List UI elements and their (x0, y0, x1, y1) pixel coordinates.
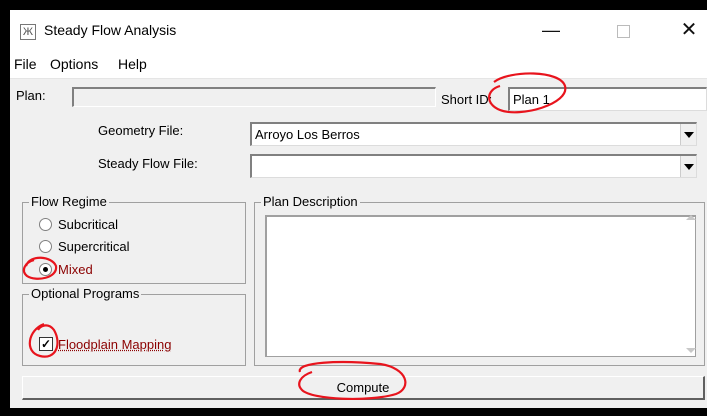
compute-button[interactable]: Compute (22, 376, 705, 400)
menu-bar: File Options Help (10, 50, 707, 79)
steady-flow-window: Ж Steady Flow Analysis — ✕ File Options … (10, 10, 707, 408)
optional-programs-group: Optional Programs ✓ Floodplain Mapping (22, 286, 246, 366)
plan-description-group: Plan Description (254, 194, 705, 366)
radio-supercritical[interactable]: Supercritical (39, 237, 130, 255)
minimize-button[interactable]: — (528, 10, 574, 50)
radio-icon (39, 217, 52, 231)
chevron-down-icon[interactable] (680, 124, 696, 145)
floodplain-mapping-checkbox[interactable]: ✓ Floodplain Mapping (39, 335, 171, 353)
flow-regime-group: Flow Regime Subcritical Supercritical Mi… (22, 194, 246, 284)
geometry-file-label: Geometry File: (98, 123, 184, 138)
radio-supercritical-label: Supercritical (58, 238, 130, 254)
short-id-label: Short ID: (441, 92, 493, 107)
optional-programs-title: Optional Programs (29, 286, 142, 301)
flow-regime-title: Flow Regime (29, 194, 109, 209)
radio-subcritical-label: Subcritical (58, 216, 118, 232)
steady-flow-file-label: Steady Flow File: (98, 156, 198, 171)
radio-mixed-label: Mixed (58, 261, 93, 277)
plan-description-textarea[interactable] (265, 215, 696, 357)
maximize-button[interactable] (600, 10, 646, 50)
radio-selected-icon (39, 262, 52, 276)
menu-file[interactable]: File (14, 56, 37, 72)
chevron-down-icon[interactable] (680, 156, 696, 177)
checkmark-icon: ✓ (39, 337, 53, 351)
floodplain-mapping-label: Floodplain Mapping (58, 336, 172, 352)
maximize-icon (616, 24, 630, 38)
title-bar: Ж Steady Flow Analysis — ✕ (10, 10, 707, 50)
scroll-down-icon[interactable] (686, 348, 696, 353)
radio-mixed[interactable]: Mixed (39, 260, 93, 278)
geometry-file-value: Arroyo Los Berros (255, 127, 360, 142)
plan-label: Plan: (16, 88, 46, 103)
window-title: Steady Flow Analysis (44, 22, 177, 38)
scroll-up-icon[interactable] (686, 215, 696, 220)
menu-options[interactable]: Options (50, 56, 98, 72)
app-icon: Ж (20, 24, 36, 40)
radio-icon (39, 239, 52, 253)
plan-description-title: Plan Description (261, 194, 360, 209)
menu-help[interactable]: Help (118, 56, 147, 72)
geometry-file-select[interactable]: Arroyo Los Berros (250, 122, 697, 146)
radio-subcritical[interactable]: Subcritical (39, 215, 118, 233)
close-button[interactable]: ✕ (666, 10, 707, 50)
plan-input[interactable] (72, 87, 436, 107)
steady-flow-file-select[interactable] (250, 154, 697, 178)
short-id-input[interactable]: Plan 1 (508, 87, 707, 111)
